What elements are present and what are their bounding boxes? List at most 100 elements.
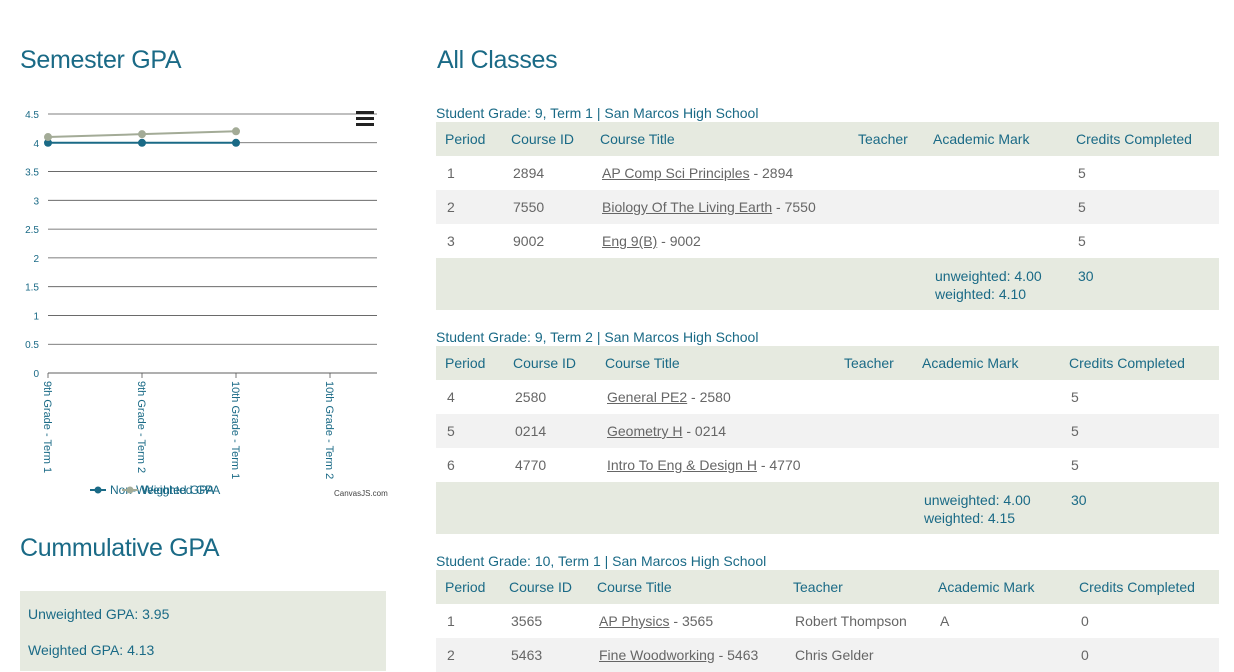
period: 1 — [447, 613, 455, 629]
academic-mark — [924, 224, 1067, 258]
course-title: General PE2 - 2580 — [596, 380, 835, 414]
header-teacher: Teacher — [784, 570, 929, 604]
y-tick-label: 3.5 — [25, 168, 39, 179]
course-title: AP Comp Sci Principles - 2894 — [591, 156, 849, 190]
course-suffix: - 3565 — [669, 613, 714, 629]
header-credits: Credits Completed — [1067, 122, 1219, 156]
credits: 5 — [1067, 190, 1219, 224]
course-title: Fine Woodworking - 5463 — [588, 638, 784, 672]
course-link[interactable]: Intro To Eng & Design H — [607, 457, 757, 473]
course-id: 9002 — [513, 233, 545, 249]
term-credits-total: 30 — [1060, 482, 1219, 534]
table-header-row: Period Course ID Course Title Teacher Ac… — [436, 346, 1219, 380]
credits: 0 — [1081, 613, 1089, 629]
term-gpa: unweighted: 4.00 weighted: 4.15 — [913, 482, 1060, 534]
data-point — [138, 130, 146, 139]
classes-table: Period Course ID Course Title Teacher Ac… — [436, 346, 1219, 534]
term-total-row: unweighted: 4.00 weighted: 4.10 30 — [436, 258, 1219, 310]
course-title: Geometry H - 0214 — [596, 414, 835, 448]
academic-mark: A — [940, 613, 950, 629]
y-tick-label: 4 — [33, 139, 39, 150]
legend-marker — [126, 486, 134, 494]
credits: 0 — [1070, 638, 1219, 672]
academic-mark — [913, 380, 1060, 414]
course-id: 0214 — [504, 414, 596, 448]
table-header-row: Period Course ID Course Title Teacher Ac… — [436, 122, 1219, 156]
course-title: Biology Of The Living Earth - 7550 — [591, 190, 849, 224]
header-period: Period — [436, 122, 502, 156]
teacher — [849, 224, 924, 258]
x-tick-label: 9th Grade - Term 2 — [135, 381, 147, 473]
period: 5 — [436, 414, 504, 448]
table-row: 1 3565 AP Physics - 3565 Robert Thompson… — [436, 604, 1219, 638]
course-link[interactable]: Geometry H — [607, 423, 682, 439]
course-link[interactable]: General PE2 — [607, 389, 687, 405]
course-suffix: - 7550 — [772, 199, 816, 215]
y-tick-label: 0 — [33, 369, 39, 380]
term-weighted: weighted: 4.10 — [935, 286, 1027, 302]
y-tick-label: 2 — [33, 254, 39, 265]
course-link[interactable]: Fine Woodworking — [599, 647, 715, 663]
weighted-gpa: Weighted GPA: 4.13 — [28, 642, 155, 658]
header-course-id: Course ID — [504, 346, 596, 380]
semester-gpa-chart: 0 0.5 1 1.5 2 2.5 3 3.5 4 4.5 9th Grade - Term 1 9t… — [18, 100, 390, 510]
header-academic-mark: Academic Mark — [929, 570, 1070, 604]
course-title: Eng 9(B) - 9002 — [591, 224, 849, 258]
y-tick-label: 0.5 — [25, 340, 39, 351]
y-tick-label: 3 — [33, 196, 39, 207]
term-total-row: unweighted: 4.00 weighted: 4.15 30 — [436, 482, 1219, 534]
header-credits: Credits Completed — [1060, 346, 1219, 380]
header-period: Period — [436, 346, 504, 380]
unweighted-gpa: Unweighted GPA: 3.95 — [28, 606, 170, 622]
course-id: 5463 — [500, 638, 588, 672]
header-teacher: Teacher — [849, 122, 924, 156]
teacher — [849, 156, 924, 190]
x-tick-label: 10th Grade - Term 2 — [323, 381, 335, 479]
header-teacher: Teacher — [835, 346, 913, 380]
header-course-id: Course ID — [502, 122, 591, 156]
period: 2 — [436, 190, 502, 224]
chart-credit: CanvasJS.com — [334, 489, 388, 498]
teacher: Robert Thompson — [795, 613, 907, 629]
academic-mark — [929, 638, 1070, 672]
course-suffix: - 2580 — [687, 389, 731, 405]
period: 3 — [447, 233, 455, 249]
term-section: Student Grade: 10, Term 1 | San Marcos H… — [436, 553, 1219, 672]
course-suffix: - 5463 — [714, 647, 759, 663]
academic-mark — [913, 448, 1060, 482]
chart-menu-icon[interactable] — [356, 111, 374, 127]
chart-svg: 0 0.5 1 1.5 2 2.5 3 3.5 4 4.5 9th Grade - Term 1 9t… — [25, 110, 388, 498]
teacher — [835, 380, 913, 414]
credits: 5 — [1071, 457, 1079, 473]
header-course-title: Course Title — [588, 570, 784, 604]
data-point — [232, 138, 240, 147]
credits: 5 — [1078, 165, 1086, 181]
cumulative-gpa-box: Unweighted GPA: 3.95 Weighted GPA: 4.13 — [20, 591, 386, 671]
table-row: 6 4770 Intro To Eng & Design H - 4770 5 — [436, 448, 1219, 482]
course-id: 2894 — [513, 165, 545, 181]
course-link[interactable]: Biology Of The Living Earth — [602, 199, 772, 215]
course-link[interactable]: Eng 9(B) — [602, 233, 657, 249]
classes-table: Period Course ID Course Title Teacher Ac… — [436, 570, 1219, 672]
semester-gpa-title: Semester GPA — [20, 46, 182, 74]
table-row: 2 7550 Biology Of The Living Earth - 755… — [436, 190, 1219, 224]
data-point — [138, 138, 146, 147]
teacher: Chris Gelder — [784, 638, 929, 672]
academic-mark — [924, 156, 1067, 190]
course-link[interactable]: AP Physics — [599, 613, 670, 629]
term-credits-total: 30 — [1067, 258, 1219, 310]
teacher — [849, 190, 924, 224]
course-title: AP Physics - 3565 — [588, 604, 784, 638]
academic-mark — [913, 414, 1060, 448]
header-credits: Credits Completed — [1070, 570, 1219, 604]
teacher — [835, 448, 913, 482]
y-tick-label: 4.5 — [25, 110, 39, 121]
term-weighted: weighted: 4.15 — [924, 510, 1016, 526]
period: 4 — [447, 389, 455, 405]
course-link[interactable]: AP Comp Sci Principles — [602, 165, 750, 181]
course-suffix: - 9002 — [657, 233, 701, 249]
course-id: 2580 — [515, 389, 547, 405]
term-gpa: unweighted: 4.00 weighted: 4.10 — [924, 258, 1067, 310]
y-tick-label: 1.5 — [25, 283, 39, 294]
all-classes-title: All Classes — [437, 46, 558, 74]
